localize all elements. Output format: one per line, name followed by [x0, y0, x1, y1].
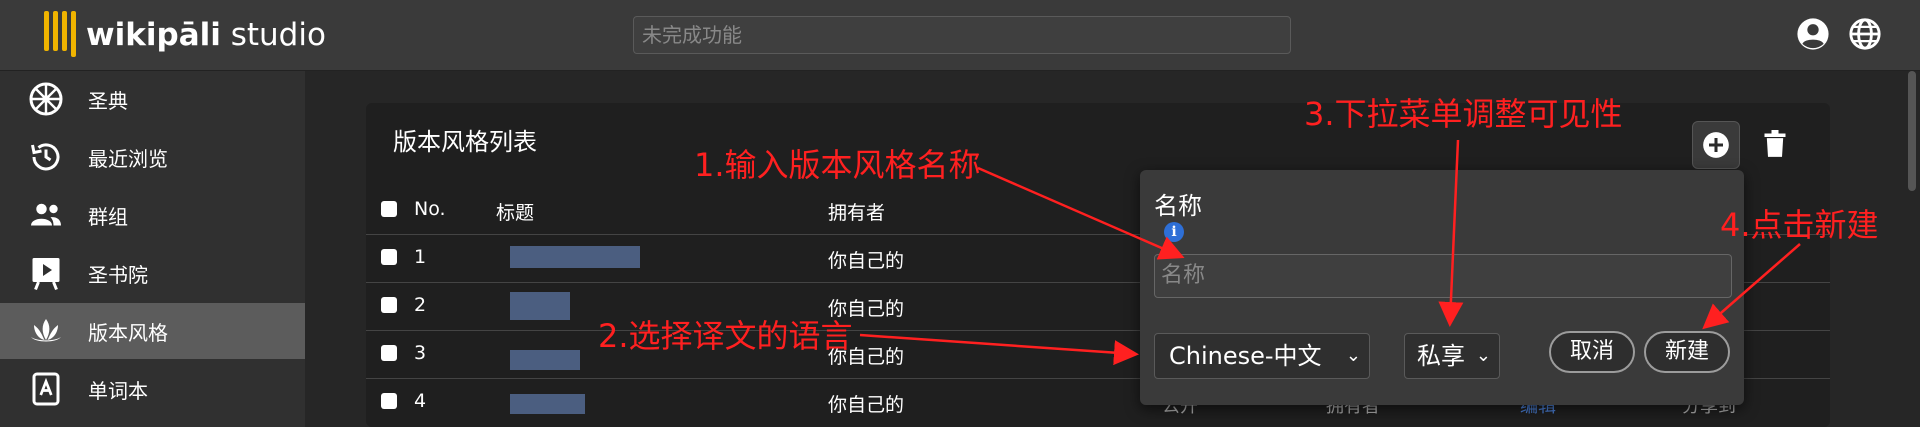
privacy-select[interactable]: 私享 ⌄: [1404, 333, 1500, 379]
column-header-owner: 拥有者: [828, 202, 886, 224]
row-number: 4: [414, 390, 427, 412]
sidebar-item-label: 圣书院: [88, 262, 148, 287]
language-select-value: Chinese-中文: [1169, 342, 1322, 370]
sidebar-item-label: 最近浏览: [88, 146, 168, 171]
create-button[interactable]: 新建: [1644, 331, 1730, 373]
cancel-button[interactable]: 取消: [1549, 331, 1635, 373]
row-number: 1: [414, 246, 427, 268]
language-select[interactable]: Chinese-中文 ⌄: [1154, 333, 1370, 379]
row-checkbox[interactable]: [381, 393, 397, 409]
blurred-title: [510, 350, 580, 370]
lotus-icon: [31, 319, 61, 342]
sidebar-item-label: 版本风格: [88, 320, 168, 345]
logo-text: wikipāli studio: [86, 17, 326, 53]
annotation-step1: 1.输入版本风格名称: [694, 146, 981, 184]
column-header-title: 标题: [496, 202, 535, 224]
plus-circle-icon: [1703, 132, 1729, 158]
search-input[interactable]: 未完成功能: [633, 16, 1291, 54]
account-icon[interactable]: [1796, 17, 1830, 51]
sidebar: 圣典 最近浏览 群组 圣书院 版本风格 单词本: [0, 71, 305, 427]
annotation-step4: 4.点击新建: [1720, 206, 1879, 244]
sidebar-item-label: 圣典: [88, 88, 128, 113]
sidebar-item-course[interactable]: 圣书院: [0, 245, 305, 301]
scrollbar[interactable]: [1908, 71, 1916, 191]
name-input[interactable]: 名称: [1154, 254, 1732, 298]
name-label: 名称: [1154, 192, 1202, 220]
dharma-wheel-icon: [29, 82, 63, 116]
chevron-down-icon: ⌄: [1475, 345, 1491, 366]
course-icon: [32, 258, 60, 291]
dictionary-icon: [32, 372, 60, 406]
top-bar: wikipāli studio 未完成功能: [0, 0, 1920, 71]
row-number: 3: [414, 342, 427, 364]
row-checkbox[interactable]: [381, 345, 397, 361]
add-button[interactable]: [1692, 121, 1740, 169]
row-owner: 你自己的: [828, 250, 905, 272]
globe-icon[interactable]: [1848, 17, 1882, 51]
sidebar-item-style[interactable]: 版本风格: [0, 303, 305, 359]
select-all-checkbox[interactable]: [381, 201, 397, 217]
trash-icon: [1764, 130, 1786, 157]
sidebar-item-wordbook[interactable]: 单词本: [0, 361, 305, 417]
sidebar-item-label: 群组: [88, 204, 128, 229]
annotation-step2: 2.选择译文的语言: [598, 317, 853, 355]
blurred-title: [510, 246, 640, 268]
history-icon: [31, 143, 60, 171]
row-number: 2: [414, 294, 427, 316]
privacy-select-value: 私享: [1417, 342, 1465, 370]
app-logo[interactable]: wikipāli studio: [40, 6, 326, 64]
info-icon[interactable]: i: [1164, 222, 1184, 242]
chevron-down-icon: ⌄: [1345, 345, 1361, 366]
blurred-title: [510, 292, 570, 320]
logo-mark-icon: [40, 7, 84, 63]
sidebar-item-label: 单词本: [88, 378, 148, 403]
row-checkbox[interactable]: [381, 297, 397, 313]
annotation-step3: 3.下拉菜单调整可见性: [1304, 95, 1623, 133]
page-title: 版本风格列表: [393, 128, 537, 156]
sidebar-item-group[interactable]: 群组: [0, 187, 305, 243]
column-header-no: No.: [414, 198, 446, 220]
sidebar-item-recent[interactable]: 最近浏览: [0, 129, 305, 185]
row-checkbox[interactable]: [381, 249, 397, 265]
blurred-title: [510, 394, 585, 414]
group-icon: [31, 203, 61, 226]
delete-button[interactable]: [1752, 121, 1798, 167]
row-owner: 你自己的: [828, 394, 905, 416]
sidebar-item-canon[interactable]: 圣典: [0, 71, 305, 127]
